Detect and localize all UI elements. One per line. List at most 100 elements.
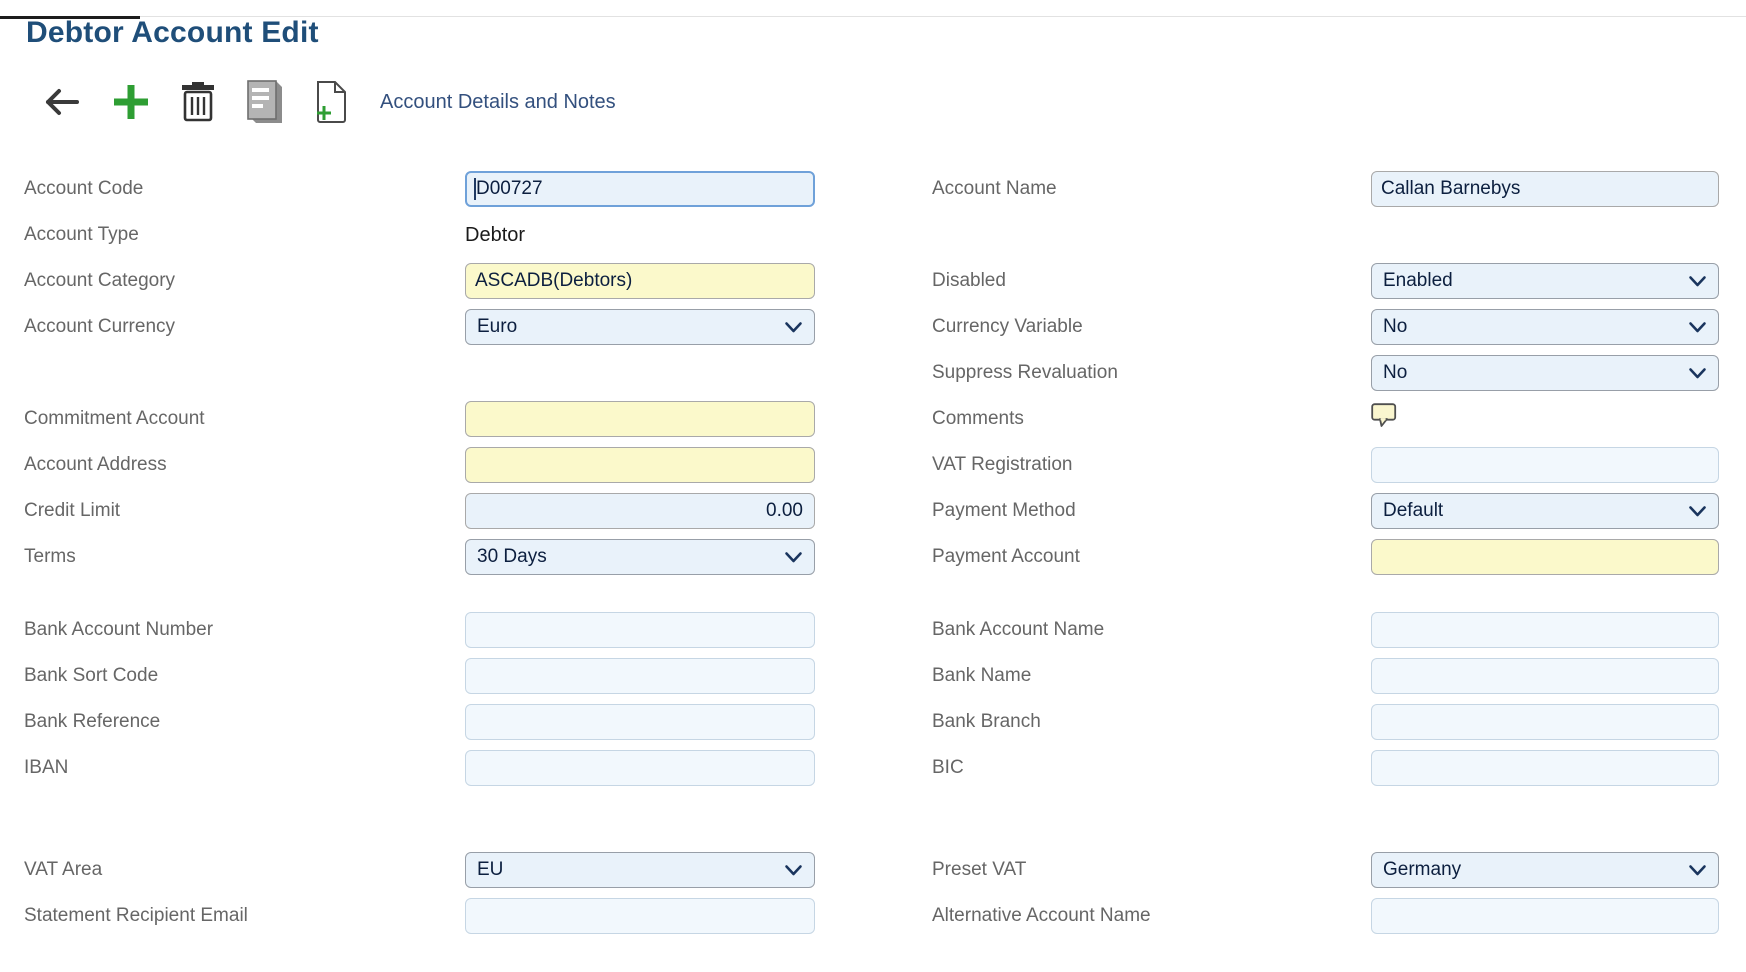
account-form: Account CodeAccount NameAccount TypeDebt… bbox=[0, 166, 1746, 939]
vat-area-field: EU bbox=[465, 852, 815, 888]
add-document-icon bbox=[314, 80, 348, 124]
bic-input[interactable] bbox=[1371, 750, 1719, 786]
vat-registration-input[interactable] bbox=[1371, 447, 1719, 483]
delete-trash-icon bbox=[180, 80, 216, 124]
commitment-account-input[interactable] bbox=[465, 401, 815, 437]
account-currency-select[interactable]: Euro bbox=[465, 309, 815, 345]
account-address-input[interactable] bbox=[465, 447, 815, 483]
suppress-revaluation-selected-value: No bbox=[1383, 362, 1407, 384]
chevron-down-icon bbox=[1688, 321, 1707, 334]
comments-field bbox=[1371, 401, 1719, 437]
form-row: Account CodeAccount Name bbox=[24, 166, 1746, 212]
credit-limit-field bbox=[465, 493, 815, 529]
preset-vat-select[interactable]: Germany bbox=[1371, 852, 1719, 888]
iban-field bbox=[465, 750, 815, 786]
account-code-field bbox=[465, 171, 815, 207]
bank-account-number-input[interactable] bbox=[465, 612, 815, 648]
account-type-label: Account Type bbox=[24, 224, 465, 246]
terms-select[interactable]: 30 Days bbox=[465, 539, 815, 575]
payment-method-label: Payment Method bbox=[932, 500, 1371, 522]
currency-variable-label: Currency Variable bbox=[932, 316, 1371, 338]
form-row: Account CategoryDisabledEnabled bbox=[24, 258, 1746, 304]
window-top-border-segment bbox=[0, 16, 140, 19]
statement-recipient-email-label: Statement Recipient Email bbox=[24, 905, 465, 927]
suppress-revaluation-label: Suppress Revaluation bbox=[932, 362, 1371, 384]
payment-method-select[interactable]: Default bbox=[1371, 493, 1719, 529]
account-type-field: Debtor bbox=[465, 217, 815, 253]
vat-area-select[interactable]: EU bbox=[465, 852, 815, 888]
form-row: Account TypeDebtor bbox=[24, 212, 1746, 258]
bank-branch-label: Bank Branch bbox=[932, 711, 1371, 733]
comments-bubble-icon[interactable] bbox=[1371, 401, 1398, 437]
disabled-label: Disabled bbox=[932, 270, 1371, 292]
currency-variable-field: No bbox=[1371, 309, 1719, 345]
account-address-label: Account Address bbox=[24, 454, 465, 476]
chevron-down-icon bbox=[784, 551, 803, 564]
account-category-input[interactable] bbox=[465, 263, 815, 299]
iban-label: IBAN bbox=[24, 757, 465, 779]
empty-cell bbox=[465, 355, 815, 391]
back-button[interactable] bbox=[40, 86, 82, 118]
statement-recipient-email-input[interactable] bbox=[465, 898, 815, 934]
notes-ledger-icon bbox=[244, 79, 286, 125]
form-row: Credit LimitPayment MethodDefault bbox=[24, 488, 1746, 534]
disabled-select[interactable]: Enabled bbox=[1371, 263, 1719, 299]
bank-name-field bbox=[1371, 658, 1719, 694]
chevron-down-icon bbox=[784, 864, 803, 877]
payment-method-selected-value: Default bbox=[1383, 500, 1443, 522]
account-category-field bbox=[465, 263, 815, 299]
bank-reference-input[interactable] bbox=[465, 704, 815, 740]
account-name-label: Account Name bbox=[932, 178, 1371, 200]
window-top-border bbox=[0, 16, 1746, 17]
statement-recipient-email-field bbox=[465, 898, 815, 934]
notes-button[interactable] bbox=[244, 79, 286, 125]
form-row: Account CurrencyEuroCurrency VariableNo bbox=[24, 304, 1746, 350]
bank-sort-code-field bbox=[465, 658, 815, 694]
account-currency-field: Euro bbox=[465, 309, 815, 345]
account-details-notes-link[interactable]: Account Details and Notes bbox=[380, 91, 616, 114]
bank-account-name-label: Bank Account Name bbox=[932, 619, 1371, 641]
disabled-selected-value: Enabled bbox=[1383, 270, 1453, 292]
terms-field: 30 Days bbox=[465, 539, 815, 575]
account-code-input[interactable] bbox=[465, 171, 815, 207]
bic-field bbox=[1371, 750, 1719, 786]
payment-account-field bbox=[1371, 539, 1719, 575]
form-group-vat-and-statement: VAT AreaEUPreset VATGermanyStatement Rec… bbox=[24, 847, 1746, 939]
bank-reference-field bbox=[465, 704, 815, 740]
chevron-down-icon bbox=[784, 321, 803, 334]
payment-account-input[interactable] bbox=[1371, 539, 1719, 575]
back-arrow-icon bbox=[40, 86, 82, 118]
alternative-account-name-input[interactable] bbox=[1371, 898, 1719, 934]
bank-account-name-input[interactable] bbox=[1371, 612, 1719, 648]
form-group-bank-details: Bank Account NumberBank Account NameBank… bbox=[24, 607, 1746, 791]
chevron-down-icon bbox=[1688, 864, 1707, 877]
commitment-account-field bbox=[465, 401, 815, 437]
add-button[interactable] bbox=[110, 81, 152, 123]
add-plus-icon bbox=[110, 81, 152, 123]
speech-bubble-glyph bbox=[1371, 403, 1398, 428]
account-name-input[interactable] bbox=[1371, 171, 1719, 207]
terms-label: Terms bbox=[24, 546, 465, 568]
iban-input[interactable] bbox=[465, 750, 815, 786]
bank-name-input[interactable] bbox=[1371, 658, 1719, 694]
suppress-revaluation-field: No bbox=[1371, 355, 1719, 391]
bank-sort-code-label: Bank Sort Code bbox=[24, 665, 465, 687]
vat-registration-label: VAT Registration bbox=[932, 454, 1371, 476]
form-row: Account Address VAT Registration bbox=[24, 442, 1746, 488]
add-document-button[interactable] bbox=[314, 80, 348, 124]
credit-limit-input[interactable] bbox=[465, 493, 815, 529]
text-cursor bbox=[474, 178, 476, 200]
form-row: Commitment AccountComments bbox=[24, 396, 1746, 442]
currency-variable-select[interactable]: No bbox=[1371, 309, 1719, 345]
vat-area-selected-value: EU bbox=[477, 859, 503, 881]
suppress-revaluation-select[interactable]: No bbox=[1371, 355, 1719, 391]
chevron-down-icon bbox=[1688, 275, 1707, 288]
preset-vat-label: Preset VAT bbox=[932, 859, 1371, 881]
account-name-field bbox=[1371, 171, 1719, 207]
empty-cell bbox=[1371, 217, 1719, 253]
delete-button[interactable] bbox=[180, 80, 216, 124]
payment-method-field: Default bbox=[1371, 493, 1719, 529]
bank-sort-code-input[interactable] bbox=[465, 658, 815, 694]
bank-branch-input[interactable] bbox=[1371, 704, 1719, 740]
form-row: Statement Recipient EmailAlternative Acc… bbox=[24, 893, 1746, 939]
